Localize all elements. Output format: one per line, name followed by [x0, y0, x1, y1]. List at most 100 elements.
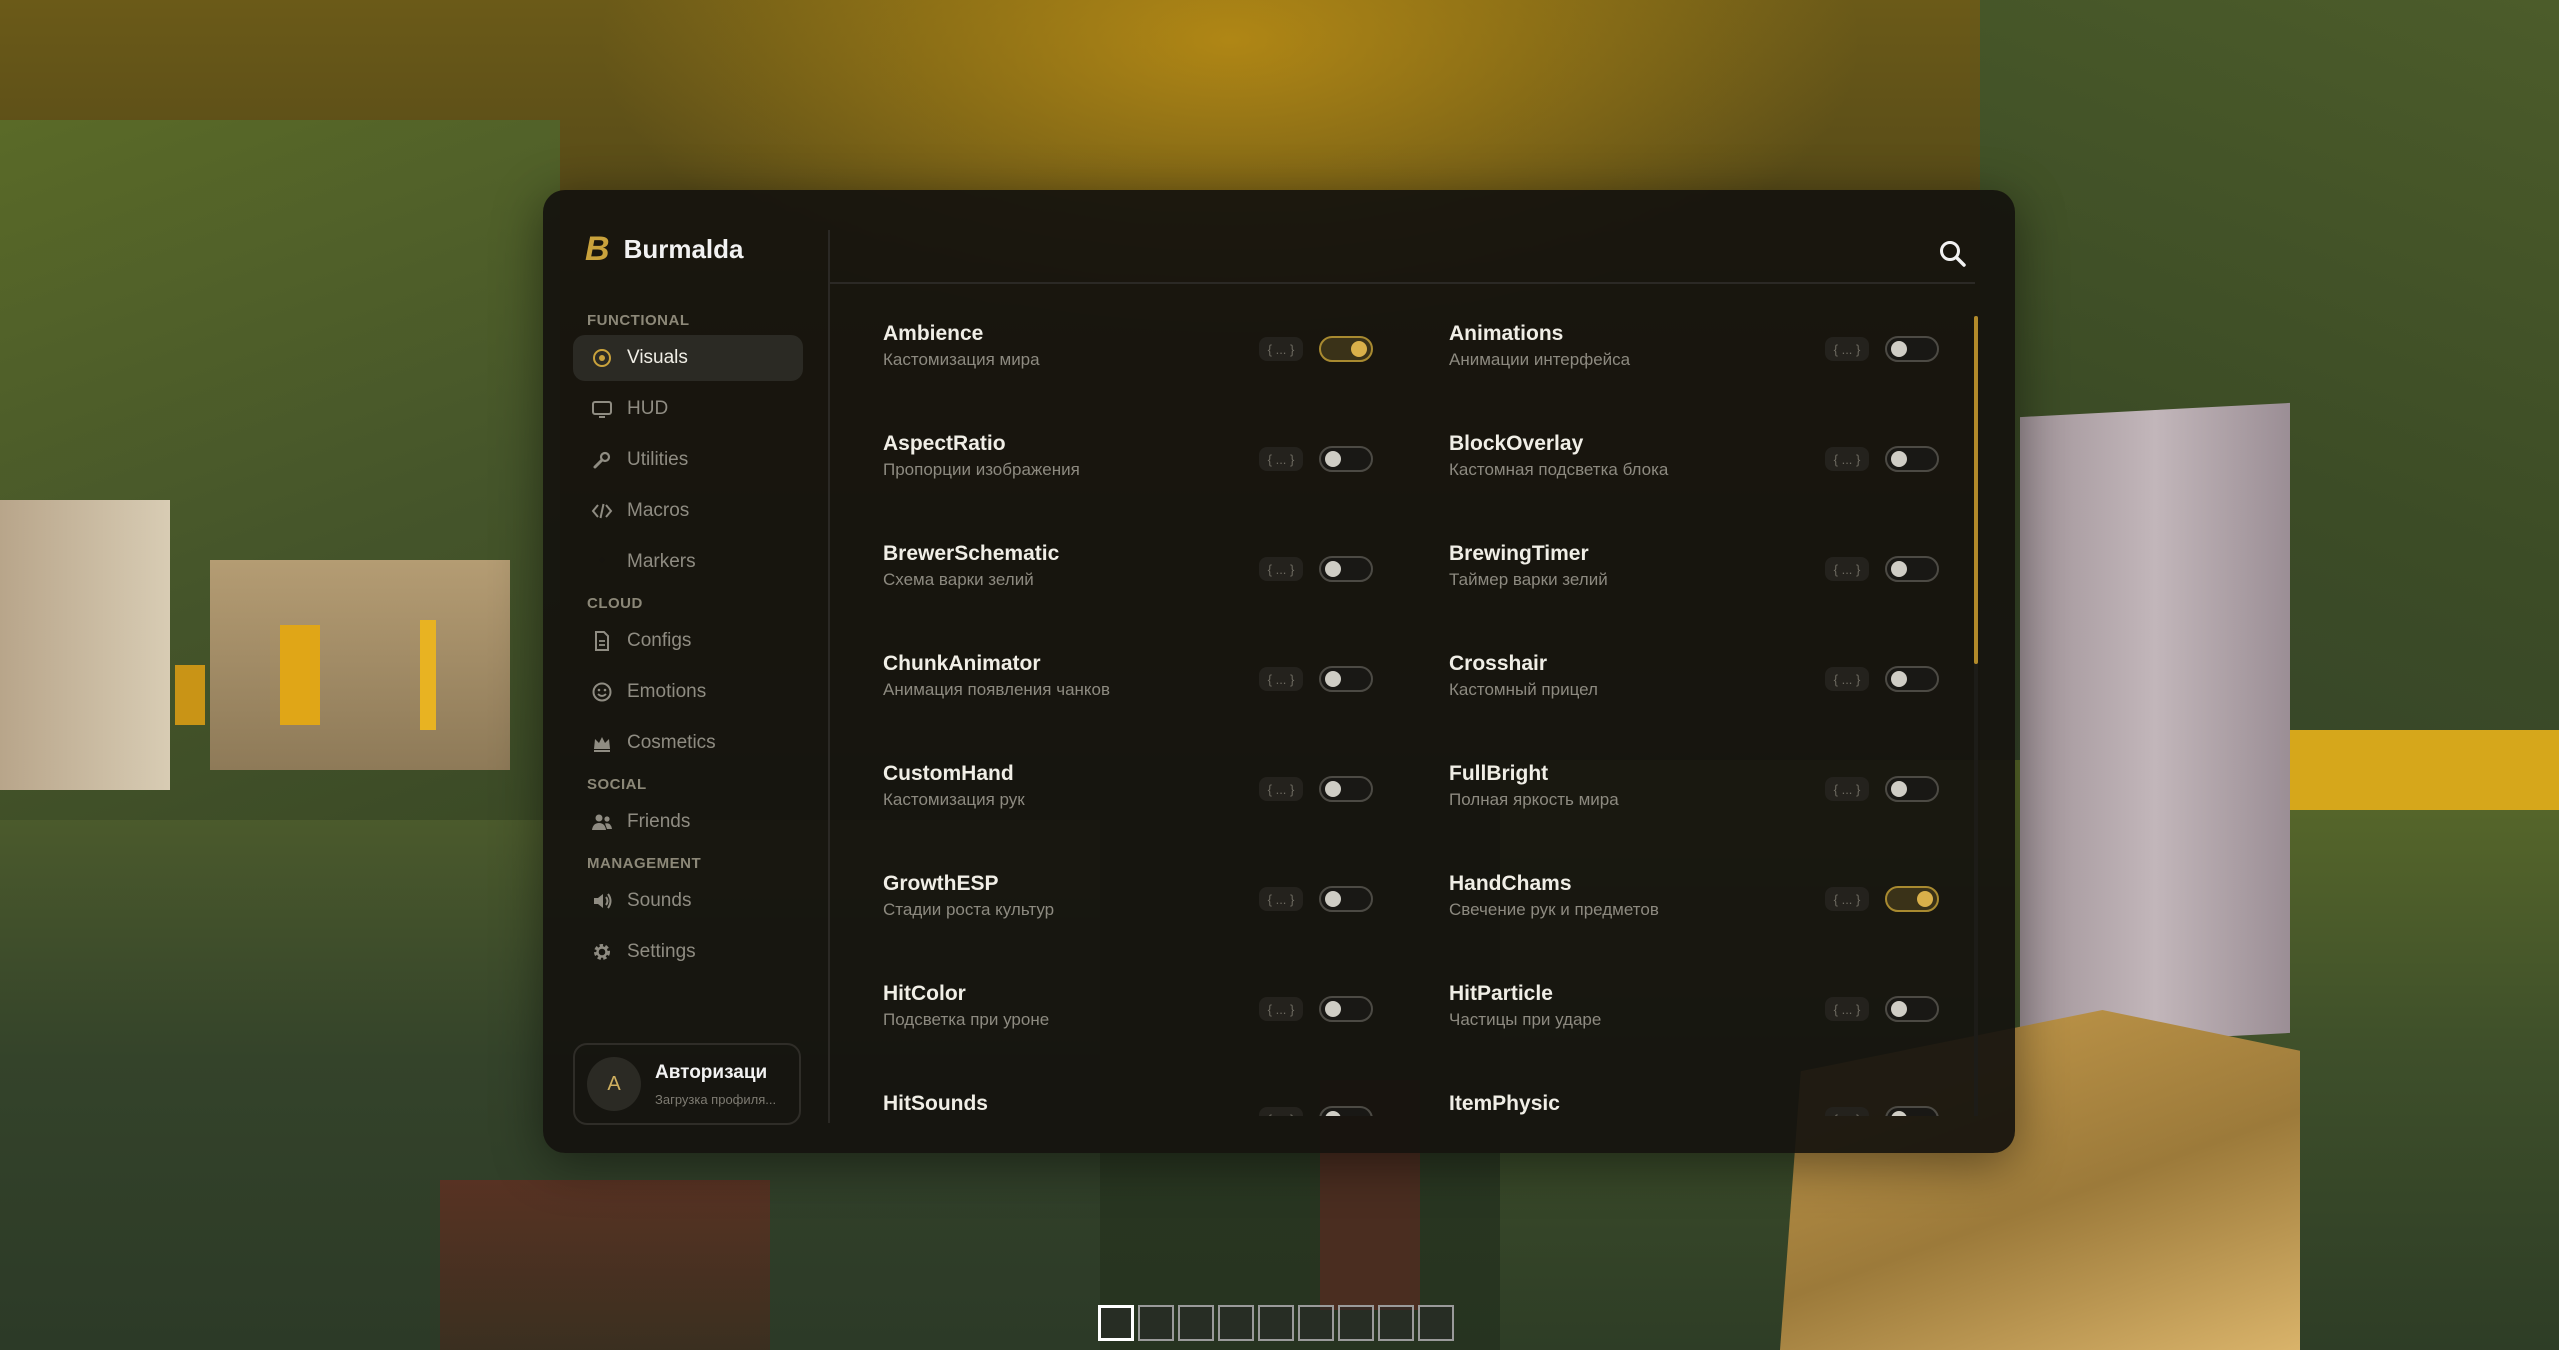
- module-toggle[interactable]: [1885, 446, 1939, 472]
- module-toggle[interactable]: [1319, 776, 1373, 802]
- module-settings-button[interactable]: { ... }: [1259, 667, 1303, 691]
- sidebar-item-label: Settings: [627, 941, 696, 962]
- module-settings-button[interactable]: { ... }: [1259, 887, 1303, 911]
- module-toggle[interactable]: [1319, 1106, 1373, 1116]
- module-title: GrowthESP: [883, 872, 999, 895]
- sidebar-item-cosmetics[interactable]: Cosmetics: [573, 720, 803, 766]
- sidebar-divider: [828, 230, 830, 1123]
- module-title: AspectRatio: [883, 432, 1006, 455]
- sidebar-item-emotions[interactable]: Emotions: [573, 669, 803, 715]
- module-card[interactable]: Crosshair Кастомный прицел { ... }: [1429, 630, 1969, 726]
- sidebar-item-macros[interactable]: Macros: [573, 488, 803, 534]
- module-settings-button[interactable]: { ... }: [1259, 447, 1303, 471]
- profile-status: Загрузка профиля...: [655, 1091, 777, 1107]
- module-toggle[interactable]: [1885, 776, 1939, 802]
- module-toggle[interactable]: [1885, 996, 1939, 1022]
- module-toggle[interactable]: [1319, 886, 1373, 912]
- module-description: Частицы при ударе: [1449, 1010, 1602, 1029]
- module-settings-button[interactable]: { ... }: [1259, 557, 1303, 581]
- search-button[interactable]: [1935, 236, 1971, 272]
- module-title: HitParticle: [1449, 982, 1553, 1005]
- sidebar-item-hud[interactable]: HUD: [573, 386, 803, 432]
- hotbar-slot[interactable]: [1098, 1305, 1134, 1341]
- module-title: BlockOverlay: [1449, 432, 1584, 455]
- hotbar-slot[interactable]: [1138, 1305, 1174, 1341]
- module-toggle[interactable]: [1885, 886, 1939, 912]
- hotbar-slot[interactable]: [1258, 1305, 1294, 1341]
- module-card[interactable]: Animations Анимации интерфейса { ... }: [1429, 300, 1969, 396]
- module-settings-button[interactable]: { ... }: [1259, 1107, 1303, 1116]
- sidebar-section-title: MANAGEMENT: [587, 855, 702, 872]
- module-card[interactable]: BrewerSchematic Схема варки зелий { ... }: [863, 520, 1403, 616]
- toggle-knob: [1325, 781, 1341, 797]
- sidebar-item-utilities[interactable]: Utilities: [573, 437, 803, 483]
- module-title: ChunkAnimator: [883, 652, 1041, 675]
- hotbar-slot[interactable]: [1178, 1305, 1214, 1341]
- sidebar-item-sounds[interactable]: Sounds: [573, 878, 803, 924]
- sidebar-item-friends[interactable]: Friends: [573, 799, 803, 845]
- module-settings-button[interactable]: { ... }: [1825, 997, 1869, 1021]
- module-settings-button[interactable]: { ... }: [1825, 1107, 1869, 1116]
- module-card[interactable]: HitSounds { ... }: [863, 1070, 1403, 1116]
- module-card[interactable]: HitParticle Частицы при ударе { ... }: [1429, 960, 1969, 1056]
- module-toggle[interactable]: [1885, 666, 1939, 692]
- hotbar-slot[interactable]: [1418, 1305, 1454, 1341]
- module-settings-button[interactable]: { ... }: [1825, 887, 1869, 911]
- module-description: Кастомный прицел: [1449, 680, 1598, 699]
- sidebar-item-visuals[interactable]: Visuals: [573, 335, 803, 381]
- module-settings-button[interactable]: { ... }: [1259, 997, 1303, 1021]
- module-card[interactable]: GrowthESP Стадии роста культур { ... }: [863, 850, 1403, 946]
- hotbar-slot[interactable]: [1378, 1305, 1414, 1341]
- module-card[interactable]: HandChams Свечение рук и предметов { ... }: [1429, 850, 1969, 946]
- module-title: HitColor: [883, 982, 966, 1005]
- hotbar-slot[interactable]: [1298, 1305, 1334, 1341]
- eye-icon: [591, 347, 613, 369]
- module-toggle[interactable]: [1319, 446, 1373, 472]
- module-toggle[interactable]: [1885, 1106, 1939, 1116]
- toggle-knob: [1891, 1111, 1907, 1116]
- module-toggle[interactable]: [1885, 336, 1939, 362]
- brand: B Burmalda: [585, 230, 743, 269]
- sidebar-section-title: SOCIAL: [587, 776, 647, 793]
- sidebar-item-configs[interactable]: Configs: [573, 618, 803, 664]
- module-settings-button[interactable]: { ... }: [1825, 557, 1869, 581]
- sidebar-item-settings[interactable]: Settings: [573, 929, 803, 975]
- module-card[interactable]: ChunkAnimator Анимация появления чанков { …: [863, 630, 1403, 726]
- module-card[interactable]: HitColor Подсветка при уроне { ... }: [863, 960, 1403, 1056]
- module-settings-button[interactable]: { ... }: [1259, 337, 1303, 361]
- module-settings-button[interactable]: { ... }: [1825, 667, 1869, 691]
- module-settings-button[interactable]: { ... }: [1825, 447, 1869, 471]
- sidebar-item-label: Cosmetics: [627, 732, 716, 753]
- module-card[interactable]: Ambience Кастомизация мира { ... }: [863, 300, 1403, 396]
- module-description: Пропорции изображения: [883, 460, 1080, 479]
- module-card[interactable]: BlockOverlay Кастомная подсветка блока { .…: [1429, 410, 1969, 506]
- module-toggle[interactable]: [1319, 556, 1373, 582]
- module-settings-button[interactable]: { ... }: [1825, 777, 1869, 801]
- module-toggle[interactable]: [1319, 996, 1373, 1022]
- toggle-knob: [1351, 341, 1367, 357]
- module-card[interactable]: FullBright Полная яркость мира { ... }: [1429, 740, 1969, 836]
- module-card[interactable]: CustomHand Кастомизация рук { ... }: [863, 740, 1403, 836]
- module-card[interactable]: AspectRatio Пропорции изображения { ... }: [863, 410, 1403, 506]
- hotbar-slot[interactable]: [1338, 1305, 1374, 1341]
- hotbar-slot[interactable]: [1218, 1305, 1254, 1341]
- module-card[interactable]: ItemPhysic { ... }: [1429, 1070, 1969, 1116]
- module-title: Animations: [1449, 322, 1564, 345]
- scrollbar-thumb[interactable]: [1974, 316, 1978, 664]
- module-settings-button[interactable]: { ... }: [1825, 337, 1869, 361]
- module-title: HitSounds: [883, 1092, 988, 1115]
- sidebar-item-label: Friends: [627, 811, 691, 832]
- module-toggle[interactable]: [1319, 666, 1373, 692]
- module-toggle[interactable]: [1885, 556, 1939, 582]
- glowing-lamp: [280, 625, 320, 725]
- module-toggle[interactable]: [1319, 336, 1373, 362]
- module-description: Кастомизация мира: [883, 350, 1040, 369]
- header-divider: [829, 282, 1975, 284]
- profile-card[interactable]: A Авторизаци Загрузка профиля...: [573, 1043, 801, 1125]
- glowing-block-right: [2270, 730, 2559, 810]
- module-title: CustomHand: [883, 762, 1014, 785]
- module-card[interactable]: BrewingTimer Таймер варки зелий { ... }: [1429, 520, 1969, 616]
- module-settings-button[interactable]: { ... }: [1259, 777, 1303, 801]
- sidebar-item-markers[interactable]: Markers: [573, 539, 803, 585]
- smile-icon: [591, 681, 613, 703]
